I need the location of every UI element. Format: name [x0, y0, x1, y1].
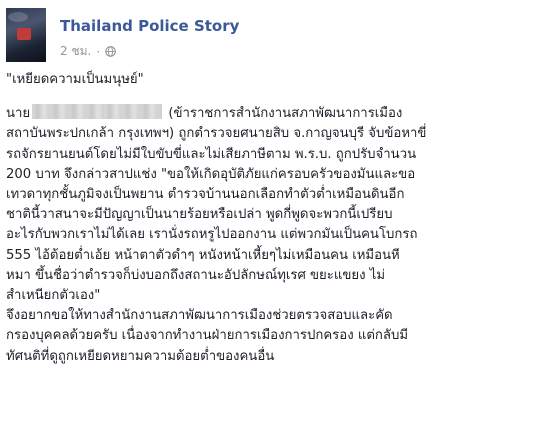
post-line: ชาตินี้วาสนาจะมีปัญญาเป็นนายร้อยหรือเปล่…	[6, 207, 393, 223]
post-line: นาย (ข้าราชการสำนักงานสภาพัฒนาการเมือง	[6, 104, 532, 124]
post-line: สำเหนียกตัวเอง"	[6, 288, 101, 304]
page-name-link[interactable]: Thailand Police Story	[60, 17, 239, 35]
meta-separator: ·	[96, 44, 101, 59]
avatar-shine	[8, 12, 28, 22]
name-prefix: นาย	[6, 106, 31, 122]
post-line: 555 ไอ้ต้อยต่ำเอ้ย หน้าตาตัวดำๆ หนังหน้า…	[6, 247, 400, 263]
page-avatar[interactable]	[6, 8, 46, 62]
redacted-name	[32, 104, 163, 120]
post-line: กรองบุคคลด้วยครับ เนื่องจากทำงานฝ่ายการเ…	[6, 328, 409, 344]
post-line: 200 บาท จึงกล่าวสาปแช่ง "ขอให้เกิดอุบัติ…	[6, 166, 416, 182]
globe-icon[interactable]	[105, 46, 116, 57]
post-line: หมา ขึ้นชื่อว่าตำรวจก็บ่งบอกถึงสถานะอัปล…	[6, 267, 386, 283]
post-line: จึงอยากขอให้ทางสำนักงานสภาพัฒนาการเมืองช…	[6, 308, 393, 324]
avatar-badge	[17, 28, 31, 40]
post-header: Thailand Police Story 2 ชม. ·	[6, 8, 532, 64]
post-line: เทวดาทุกชั้นภูมิจงเป็นพยาน ตำรวจบ้านนอกเ…	[6, 187, 405, 203]
post-line-text: (ข้าราชการสำนักงานสภาพัฒนาการเมือง	[168, 106, 403, 122]
post-line: รถจักรยานยนต์โดยไม่มีใบขับขี่และไม่เสียภ…	[6, 146, 417, 162]
post-line: อะไรกับพวกเราไม่ได้เลย เรานั่งรถหรูไปออก…	[6, 227, 418, 243]
post-line: ทัศนติที่ดูถูกเหยียดหยามความต้อยต่ำของคน…	[6, 348, 275, 364]
post-meta: 2 ชม. ·	[60, 42, 116, 61]
post-timestamp[interactable]: 2 ชม.	[60, 42, 91, 61]
post-line-gap	[6, 90, 532, 104]
facebook-post: Thailand Police Story 2 ชม. · "เหยียดควา…	[0, 0, 538, 432]
post-text: "เหยียดความเป็นมนุษย์" นาย (ข้าราชการสำน…	[6, 70, 532, 367]
post-line: "เหยียดความเป็นมนุษย์"	[6, 72, 144, 87]
post-line: สถาบันพระปกเกล้า กรุงเทพฯ) ถูกตำรวจยศนาย…	[6, 126, 427, 142]
